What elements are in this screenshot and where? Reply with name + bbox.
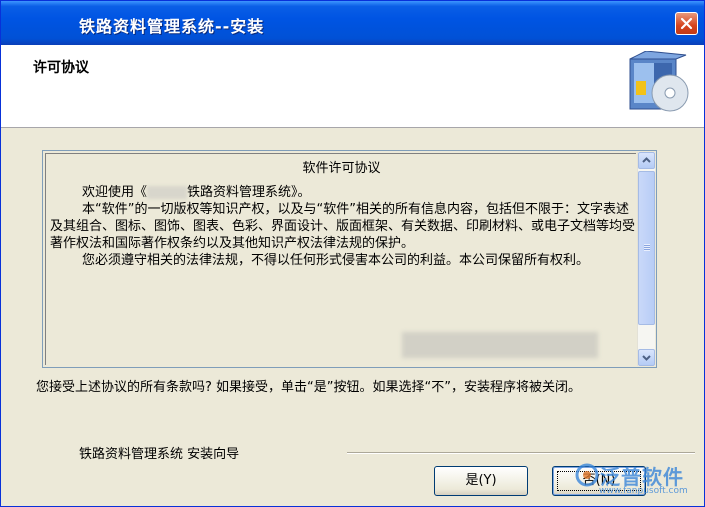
chevron-up-icon (642, 157, 651, 163)
footer-divider (347, 452, 695, 454)
wizard-label: 铁路资料管理系统 安装向导 (79, 447, 240, 462)
title-bar[interactable]: 铁路资料管理系统--安装 (1, 1, 704, 45)
scroll-up-button[interactable] (638, 152, 655, 169)
yes-button[interactable]: 是(Y) (434, 466, 528, 496)
watermark-url: www.fanpusoft.com (599, 486, 688, 496)
watermark-logo-icon (575, 463, 599, 487)
accept-question: 您接受上述协议的所有条款吗? 如果接受，单击“是”按钮。如果选择“不”，安装程序… (36, 380, 581, 395)
license-content: 软件许可协议 欢迎使用《 铁路资料管理系统》。 本“软件”的一切版权等知识产权，以… (45, 153, 636, 365)
license-line-1: 欢迎使用《 铁路资料管理系统》。 (82, 185, 311, 200)
redacted-stamp (402, 332, 598, 358)
license-paragraph-2: 本“软件”的一切版权等知识产权，以及与“软件”相关的所有信息内容，包括但不限于：… (50, 202, 636, 251)
license-body: 欢迎使用《 铁路资料管理系统》。 本“软件”的一切版权等知识产权，以及与“软件”相… (50, 184, 635, 269)
license-heading: 软件许可协议 (302, 161, 381, 176)
grip-icon (644, 244, 650, 251)
scroll-down-button[interactable] (638, 349, 655, 366)
close-button[interactable] (675, 12, 698, 35)
scroll-thumb[interactable] (638, 171, 655, 325)
license-paragraph-3: 您必须遵守相关的法律法规，不得以任何形式侵害本公司的利益。本公司保留所有权利。 (82, 253, 590, 268)
redacted-text (147, 186, 188, 199)
window-title: 铁路资料管理系统--安装 (79, 17, 265, 36)
watermark: 泛普软件 www.fanpusoft.com (575, 461, 705, 501)
license-text-area[interactable]: 软件许可协议 欢迎使用《 铁路资料管理系统》。 本“软件”的一切版权等知识产权，以… (42, 150, 657, 368)
installer-window: 铁路资料管理系统--安装 许可协议 软件许可协议 欢迎使用《 铁路资料管理系统》。… (0, 0, 705, 507)
header-panel: 许可协议 (1, 45, 704, 128)
close-icon (680, 17, 693, 30)
license-scrollbar[interactable] (637, 152, 655, 366)
chevron-down-icon (642, 355, 651, 361)
page-title: 许可协议 (33, 60, 89, 76)
setup-box-icon (629, 51, 689, 112)
